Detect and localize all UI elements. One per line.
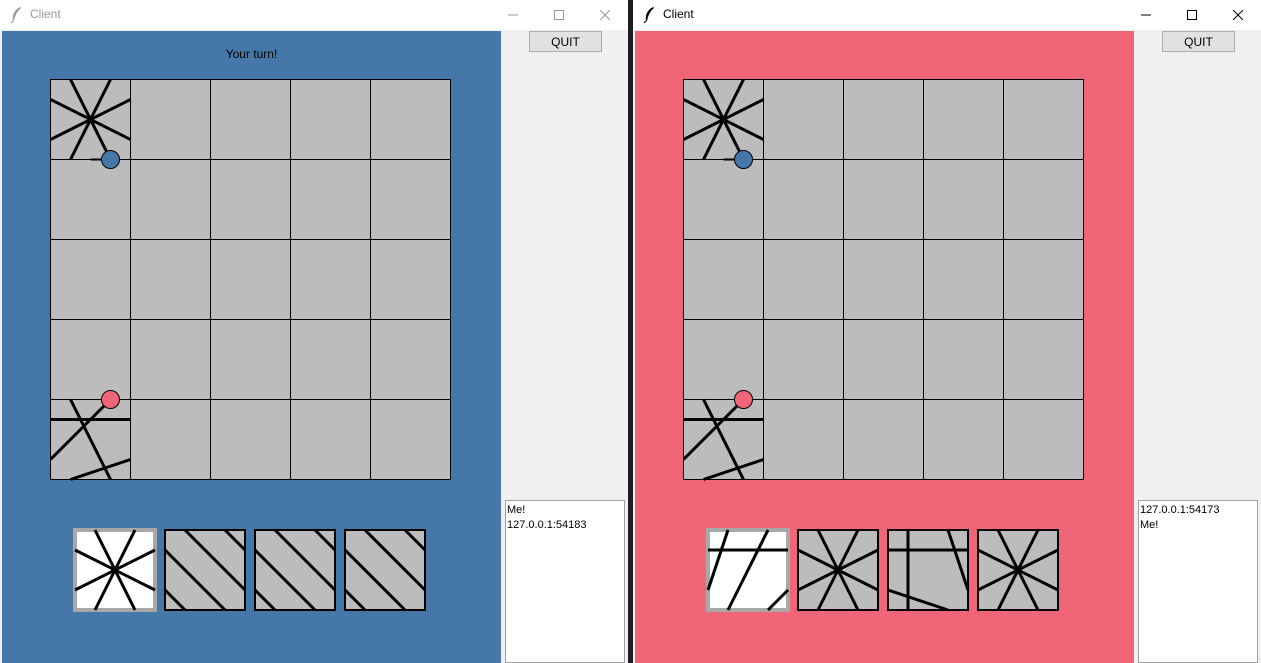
game-area: Your turn! [2, 31, 501, 663]
maximize-button[interactable] [1169, 0, 1215, 30]
game-board[interactable] [683, 79, 1085, 481]
board-cell[interactable] [923, 159, 1004, 240]
board-cell[interactable] [370, 239, 451, 320]
board-cell[interactable] [370, 79, 451, 160]
feather-icon [643, 7, 654, 24]
board-cell[interactable] [923, 239, 1004, 320]
hand-tile[interactable] [253, 528, 337, 612]
player-marker-blue [101, 150, 120, 169]
board-cell[interactable] [290, 159, 371, 240]
player-marker-pink [101, 390, 120, 409]
hand-tile-selected[interactable] [73, 528, 157, 612]
board-cell[interactable] [210, 159, 291, 240]
board-cell[interactable] [130, 319, 211, 400]
board-cell[interactable] [843, 319, 924, 400]
game-area [635, 31, 1134, 663]
board-cell[interactable] [130, 79, 211, 160]
close-icon [1233, 10, 1243, 20]
feather-icon [10, 7, 21, 24]
minimize-icon [1141, 14, 1151, 16]
player-list-item: Me! [507, 504, 526, 516]
window-title: Client [30, 7, 61, 21]
board-cell[interactable] [370, 399, 451, 480]
player-list[interactable]: 127.0.0.1:54173 Me! [1138, 500, 1258, 663]
board-cell[interactable] [923, 319, 1004, 400]
board-cell[interactable] [50, 159, 131, 240]
player-list-item: 127.0.0.1:54173 [1140, 504, 1220, 516]
close-button[interactable] [1215, 0, 1261, 30]
quit-button[interactable]: QUIT [529, 31, 602, 52]
hand-tile-selected[interactable] [706, 528, 790, 612]
board-cell[interactable] [763, 319, 844, 400]
hand-tile[interactable] [886, 528, 970, 612]
board-cell[interactable] [210, 239, 291, 320]
board-cell[interactable] [843, 239, 924, 320]
board-cell[interactable] [130, 239, 211, 320]
board-cell[interactable] [210, 79, 291, 160]
maximize-icon [554, 10, 564, 20]
board-cell[interactable] [763, 159, 844, 240]
board-cell[interactable] [50, 239, 131, 320]
board-cell[interactable] [1003, 399, 1084, 480]
hand-tile[interactable] [163, 528, 247, 612]
quit-button[interactable]: QUIT [1162, 31, 1235, 52]
title-bar: Client [633, 0, 1261, 30]
hand-tile[interactable] [976, 528, 1060, 612]
player-marker-blue [734, 150, 753, 169]
window-title: Client [663, 7, 694, 21]
board-cell[interactable] [923, 79, 1004, 160]
board-cell[interactable] [210, 319, 291, 400]
board-cell[interactable] [683, 319, 764, 400]
client-window-left: Client Your turn! QUIT Me! 127.0.0.1:541… [0, 0, 628, 663]
close-icon [600, 10, 610, 20]
board-cell[interactable] [370, 319, 451, 400]
board-cell[interactable] [290, 319, 371, 400]
board-cell[interactable] [1003, 79, 1084, 160]
board-cell[interactable] [290, 239, 371, 320]
maximize-button[interactable] [536, 0, 582, 30]
game-board[interactable] [50, 79, 452, 481]
hand-tile[interactable] [796, 528, 880, 612]
turn-status: Your turn! [225, 47, 278, 61]
tile-hand [706, 528, 1060, 612]
side-panel: QUIT Me! 127.0.0.1:54183 [503, 31, 628, 663]
minimize-icon [508, 14, 518, 16]
title-bar: Client [0, 0, 628, 30]
board-cell[interactable] [130, 399, 211, 480]
tile-hand [73, 528, 427, 612]
board-cell[interactable] [683, 159, 764, 240]
hand-tile[interactable] [343, 528, 427, 612]
player-marker-pink [734, 390, 753, 409]
player-list-item: Me! [1140, 519, 1159, 531]
board-cell[interactable] [290, 79, 371, 160]
board-cell[interactable] [763, 399, 844, 480]
board-cell[interactable] [843, 79, 924, 160]
board-cell[interactable] [683, 239, 764, 320]
board-cell[interactable] [923, 399, 1004, 480]
board-cell[interactable] [210, 399, 291, 480]
minimize-button[interactable] [1123, 0, 1169, 30]
board-cell[interactable] [1003, 319, 1084, 400]
client-window-right: Client QUIT 127.0.0.1:54173 Me! [633, 0, 1261, 663]
board-cell[interactable] [370, 159, 451, 240]
board-cell[interactable] [290, 399, 371, 480]
side-panel: QUIT 127.0.0.1:54173 Me! [1136, 31, 1261, 663]
board-cell[interactable] [130, 159, 211, 240]
close-button[interactable] [582, 0, 628, 30]
board-cell[interactable] [843, 159, 924, 240]
player-list-item: 127.0.0.1:54183 [507, 519, 587, 531]
board-cell[interactable] [50, 319, 131, 400]
board-cell[interactable] [1003, 239, 1084, 320]
maximize-icon [1187, 10, 1197, 20]
board-cell[interactable] [763, 79, 844, 160]
board-cell[interactable] [1003, 159, 1084, 240]
board-cell[interactable] [763, 239, 844, 320]
minimize-button[interactable] [490, 0, 536, 30]
board-cell[interactable] [843, 399, 924, 480]
player-list[interactable]: Me! 127.0.0.1:54183 [505, 500, 625, 663]
